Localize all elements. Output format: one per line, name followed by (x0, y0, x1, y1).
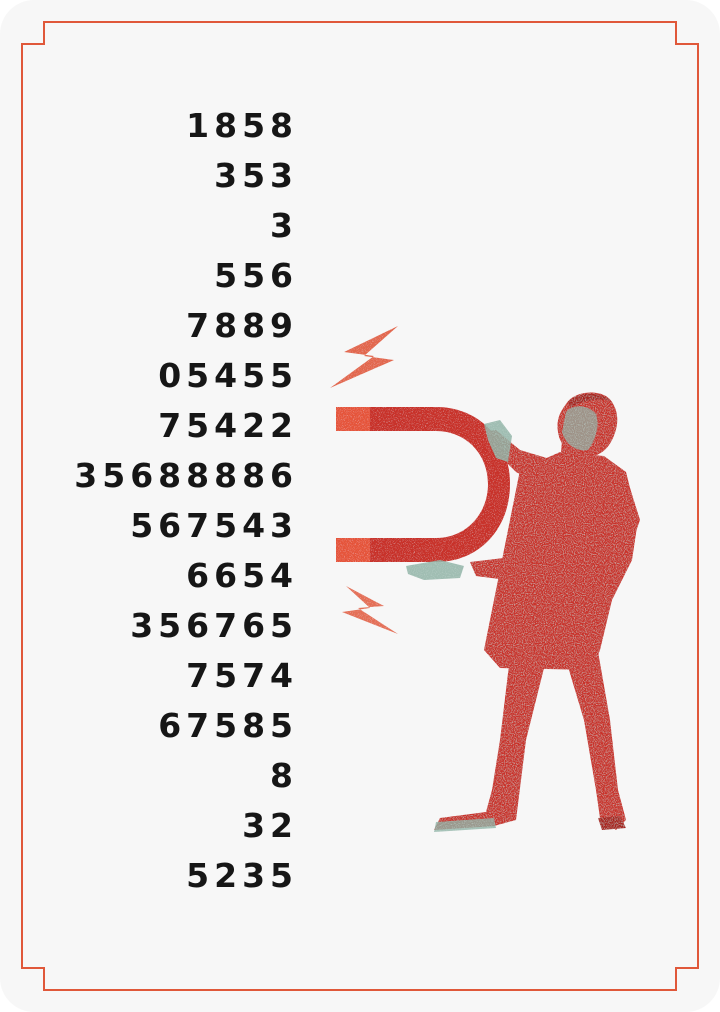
spark-icon-bottom (342, 586, 398, 634)
poster-card: 1858 353 3 556 7889 05455 75422 35688886… (0, 0, 720, 1012)
illustration (330, 326, 640, 832)
magnet-icon (336, 407, 510, 562)
spark-icon-top (330, 326, 398, 388)
man-figure (434, 392, 640, 832)
